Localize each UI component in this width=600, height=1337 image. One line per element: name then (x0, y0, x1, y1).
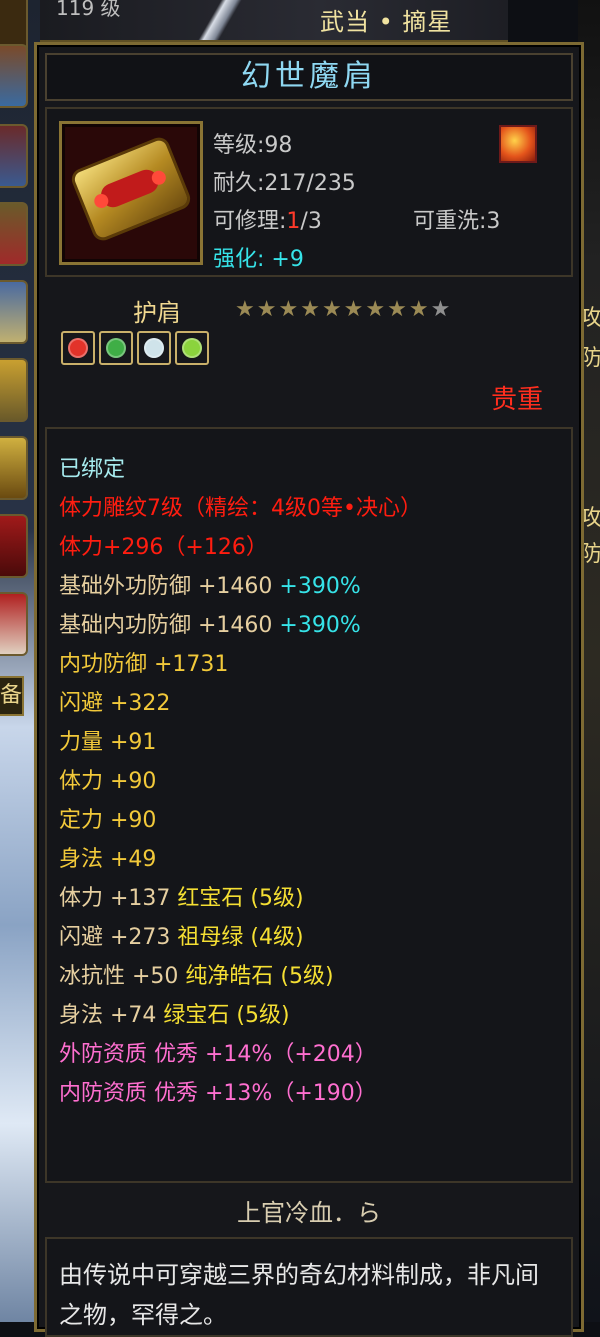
ruby-gem-icon[interactable] (61, 331, 95, 365)
character-level: 119 级 (56, 0, 121, 20)
equipment-slot-icon[interactable] (0, 280, 28, 344)
dodge: 闪避 +322 (59, 691, 171, 716)
gem-stat: 冰抗性 +50 (59, 964, 179, 989)
equipment-slot-icon[interactable] (0, 436, 28, 500)
gem-stat-line: 身法 +74 绿宝石 (5级) (59, 997, 290, 1029)
left-tab-equipment[interactable]: 备 (0, 676, 24, 716)
gem-stat-line: 闪避 +273 祖母绿 (4级) (59, 919, 304, 951)
gem-name: 绿宝石 (5级) (163, 1003, 290, 1028)
item-enhance: 强化: +9 (213, 241, 304, 273)
character-header: 119 级 武当 • 摘星 (40, 0, 508, 42)
gem-stat-line: 冰抗性 +50 纯净皓石 (5级) (59, 958, 334, 990)
equipment-slot-icon[interactable] (0, 358, 28, 422)
equipment-slot-icon[interactable] (0, 592, 28, 656)
focus: 定力 +90 (59, 808, 157, 833)
equipment-slot-icon[interactable] (0, 124, 28, 188)
star-rating: ★★★★★★★★★★ (235, 297, 452, 322)
item-level: 等级:98 (213, 133, 293, 158)
star-filled-icon: ★ (256, 297, 277, 322)
inner-defense-quality: 内防资质 优秀 +13%（+190） (59, 1081, 377, 1106)
gem-name: 纯净皓石 (5级) (185, 964, 334, 989)
gem-name: 祖母绿 (4级) (177, 925, 304, 950)
emerald-gem-icon[interactable] (99, 331, 133, 365)
inner-defense: 内功防御 +1731 (59, 652, 229, 677)
gem-name: 红宝石 (5级) (177, 886, 304, 911)
item-name-bar: 幻世魔肩 (45, 53, 573, 101)
item-icon-frame[interactable] (59, 121, 203, 265)
agility: 身法 +49 (59, 847, 157, 872)
repair-total: /3 (300, 209, 322, 234)
description-panel: 由传说中可穿越三界的奇幻材料制成，非凡间之物，罕得之。 (45, 1237, 573, 1337)
equipment-slot-icon[interactable] (0, 514, 28, 578)
item-header-panel: 等级:98 耐久:217/235 可修理:1/3 可重洗:3 强化: +9 (45, 107, 573, 277)
strength: 力量 +91 (59, 730, 157, 755)
flame-seal-icon (499, 125, 537, 163)
star-filled-icon: ★ (321, 297, 342, 322)
school-skill-title: 武当 • 摘星 (320, 8, 453, 36)
base-outer-defense-value: 基础外功防御 +1460 (59, 574, 273, 599)
star-filled-icon: ★ (365, 297, 386, 322)
item-name: 幻世魔肩 (241, 59, 377, 94)
base-inner-defense-value: 基础内功防御 +1460 (59, 613, 273, 638)
enhance-label: 强化: (213, 247, 265, 272)
repair-label: 可修理: (213, 209, 287, 234)
gem-sockets (61, 331, 213, 369)
equipment-slot-icon[interactable] (0, 202, 28, 266)
outer-defense-quality: 外防资质 优秀 +14%（+204） (59, 1042, 377, 1067)
base-outer-defense-pct: +390% (279, 574, 361, 599)
item-slot-type: 护肩 (133, 299, 181, 327)
gem-stat: 体力 +137 (59, 886, 171, 911)
gem-stat: 身法 +74 (59, 1003, 157, 1028)
repair-used: 1 (286, 209, 301, 234)
base-inner-defense-pct: +390% (279, 613, 361, 638)
item-description: 由传说中可穿越三界的奇幻材料制成，非凡间之物，罕得之。 (59, 1261, 539, 1329)
star-filled-icon: ★ (235, 297, 255, 322)
crafter-name: 上官冷血．ら (237, 1199, 381, 1227)
bound-status: 已绑定 (59, 457, 126, 482)
star-filled-icon: ★ (300, 297, 320, 322)
stamina: 体力 +90 (59, 769, 157, 794)
engrave-bonus: 体力+296（+126） (59, 535, 268, 560)
weapon-art (180, 0, 260, 40)
attribute-panel: 已绑定 体力雕纹7级（精绘：4级0等•决心） 体力+296（+126） 基础外功… (45, 427, 573, 1183)
base-outer-defense: 基础外功防御 +1460 +390% (59, 568, 361, 600)
engrave-line: 体力雕纹7级（精绘：4级0等•决心） (59, 496, 422, 521)
star-empty-icon: ★ (430, 297, 451, 322)
item-rewash: 可重洗:3 (413, 209, 501, 234)
gem-stat-line: 体力 +137 红宝石 (5级) (59, 880, 304, 912)
shoulder-armor-icon (72, 138, 190, 240)
item-rarity: 贵重 (490, 385, 543, 415)
equipment-slot-icon[interactable] (0, 44, 28, 108)
base-inner-defense: 基础内功防御 +1460 +390% (59, 607, 361, 639)
green-gem-icon[interactable] (175, 331, 209, 365)
item-repair: 可修理:1/3 (213, 203, 322, 235)
item-durability: 耐久:217/235 (213, 171, 356, 196)
star-filled-icon: ★ (343, 297, 364, 322)
star-filled-icon: ★ (387, 297, 407, 322)
item-summary: 护肩 ★★★★★★★★★★ 贵重 (45, 283, 573, 423)
item-tooltip: 幻世魔肩 等级:98 耐久:217/235 可修理:1/3 可重洗:3 强化: … (34, 42, 584, 1337)
pure-white-gem-icon[interactable] (137, 331, 171, 365)
star-filled-icon: ★ (278, 297, 299, 322)
star-filled-icon: ★ (408, 297, 429, 322)
enhance-value: +9 (271, 247, 304, 272)
gem-stat: 闪避 +273 (59, 925, 171, 950)
